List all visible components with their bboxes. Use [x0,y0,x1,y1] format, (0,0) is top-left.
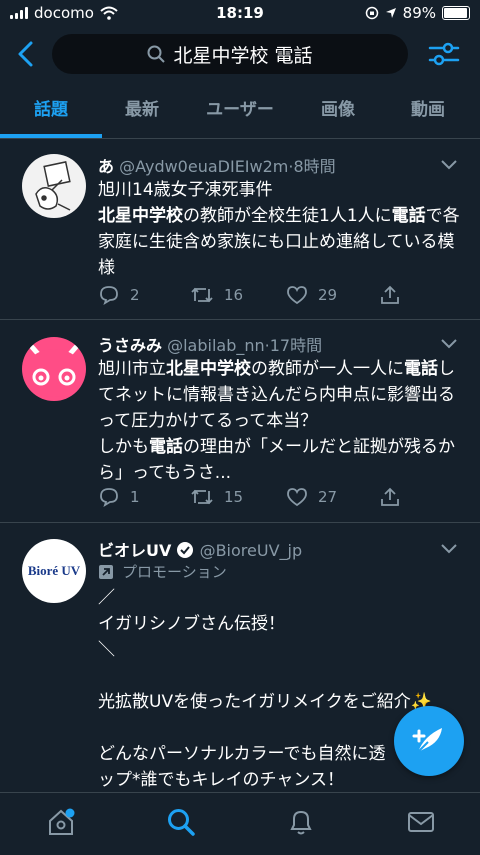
highlighted-term: 北星中学校 [98,206,183,226]
orientation-lock-icon [365,6,378,20]
tweet-text: 旭川市立北星中学校の教師が一人一人に電話してネットに情報書き込んだら内申点に影響… [98,356,460,486]
search-input[interactable]: 北星中学校 電話 [52,34,408,74]
retweet-count: 15 [224,488,244,506]
author-handle[interactable]: @Aydw0euaDIEIw2m [119,157,288,176]
search-query: 北星中学校 電話 [173,44,313,67]
promoted-icon [99,564,113,579]
tweet-text: 旭川14歳女子凍死事件 北星中学校の教師が全校生徒1人1人に電話で各家庭に生徒含め… [98,177,460,281]
reply-count: 2 [130,286,140,304]
avatar[interactable] [22,154,86,218]
tweet-actions: 2 16 29 [98,285,418,309]
reply-button[interactable]: 2 [98,285,140,305]
filter-icon[interactable] [428,40,460,68]
retweet-count: 16 [224,286,244,304]
tweet-actions: 1 15 27 [98,487,418,511]
share-button[interactable] [380,285,400,305]
bottom-nav [0,792,480,855]
share-icon [381,487,399,506]
tweet-time: 17時間 [269,336,323,355]
share-icon [381,285,399,304]
retweet-button[interactable]: 16 [190,285,243,305]
tweet-text-segment: の教師が全校生徒1人1人に [183,206,392,226]
promoted-label: プロモーション [98,561,227,582]
tweet-line: ／ [98,588,115,608]
author-handle[interactable]: @labilab_nn [167,336,265,355]
avatar[interactable] [22,337,86,401]
heart-icon [287,488,307,507]
brand-logo: Bioré UV [27,563,81,578]
tweet-header: あ @Aydw0euaDIEIw2m·8時間 [98,157,336,176]
status-right: 89% [365,4,470,22]
author-handle[interactable]: @BioreUV_jp [200,541,303,560]
like-count: 29 [318,286,338,304]
reply-icon [100,488,118,507]
home-icon[interactable] [46,807,76,837]
highlighted-term: 電話 [404,359,438,379]
like-button[interactable]: 29 [286,285,337,305]
chevron-down-icon[interactable] [440,338,458,350]
tweet[interactable]: あ @Aydw0euaDIEIw2m·8時間 旭川14歳女子凍死事件 北星中学校の… [0,139,480,320]
tab-latest[interactable]: 最新 [92,82,192,138]
tab-top[interactable]: 話題 [0,82,102,138]
tab-images[interactable]: 画像 [288,82,388,138]
search-icon [147,45,166,63]
tweet-text-segment: 旭川14歳女子凍死事件 [98,180,273,200]
compose-tweet-button[interactable] [394,706,464,776]
avatar[interactable]: Bioré UV [22,539,86,603]
search-icon[interactable] [166,807,196,837]
active-tab-indicator [0,134,102,138]
heart-icon [287,286,307,305]
bell-icon[interactable] [286,807,316,837]
author-name[interactable]: あ [98,157,114,176]
tab-users[interactable]: ユーザー [190,82,290,138]
avatar-illustration [24,344,84,397]
reply-icon [100,286,118,305]
retweet-icon [191,489,213,505]
reply-button[interactable]: 1 [98,487,140,507]
tweet-text-segment: 旭川市立 [98,359,166,379]
share-button[interactable] [380,487,400,507]
tweet-text-segment: の教師が一人一人に [251,359,404,379]
verified-badge-icon [177,542,194,558]
tweet-text-segment: しかも [98,437,149,457]
search-header: 北星中学校 電話 [0,28,480,80]
search-tabs: 話題 最新 ユーザー 画像 動画 [0,82,480,139]
tweet-header: ビオレUV @BioreUV_jp [98,537,302,561]
battery-icon [442,6,470,20]
author-name[interactable]: うさみみ [98,336,162,355]
status-bar: docomo 18:19 89% [0,0,480,28]
location-icon [385,8,396,18]
highlighted-term: 北星中学校 [166,359,251,379]
highlighted-term: 電話 [149,437,183,457]
battery-percent: 89% [402,4,436,22]
tweet[interactable]: うさみみ @labilab_nn·17時間 旭川市立北星中学校の教師が一人一人に… [0,320,480,523]
like-count: 27 [318,488,338,506]
notification-dot [65,808,75,818]
tab-videos[interactable]: 動画 [378,82,478,138]
chevron-down-icon[interactable] [440,543,458,555]
retweet-icon [191,287,213,303]
highlighted-term: 電話 [391,206,426,226]
reply-count: 1 [130,488,140,506]
tweet-line [98,663,460,689]
avatar-illustration [35,161,71,211]
chevron-down-icon[interactable] [440,159,458,171]
compose-tweet-icon [412,728,442,755]
retweet-button[interactable]: 15 [190,487,243,507]
tweet-time: 8時間 [293,157,336,176]
like-button[interactable]: 27 [286,487,337,507]
tweet-header: うさみみ @labilab_nn·17時間 [98,336,323,355]
tweet-line: イガリシノブさん伝授！ [98,614,285,634]
author-name[interactable]: ビオレUV [98,541,171,560]
back-arrow-icon[interactable] [14,40,38,68]
tweet-line: ＼ [98,640,115,660]
mail-icon[interactable] [406,807,436,837]
